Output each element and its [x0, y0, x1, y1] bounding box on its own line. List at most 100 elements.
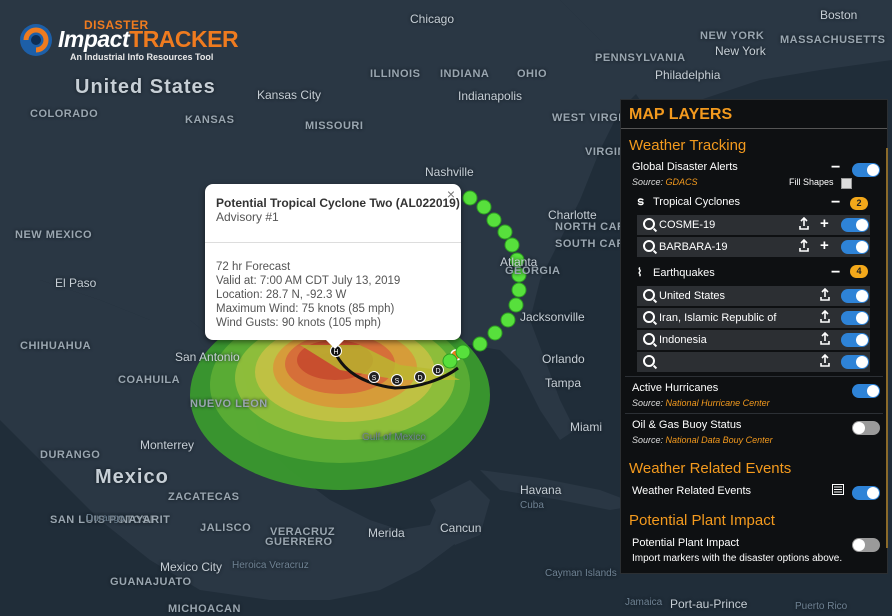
state-label: MISSOURI	[305, 120, 364, 132]
gdacs-toggle[interactable]	[852, 163, 880, 177]
hurricanes-toggle[interactable]	[852, 384, 880, 398]
plant-impact-label: Potential Plant Impact	[632, 537, 740, 549]
popup-location: Location: 28.7 N, -92.3 W	[216, 289, 347, 301]
buoy-source: Source: National Data Bouy Center	[632, 435, 773, 445]
tropical-row[interactable]: COSME-19 +	[637, 215, 870, 235]
state-label: OHIO	[517, 68, 548, 80]
popup-divider	[205, 242, 461, 243]
state-label: NEW YORK	[700, 30, 765, 42]
water-label: Jamaica	[625, 597, 663, 608]
list-icon[interactable]	[832, 484, 844, 495]
hurricanes-source: Source: National Hurricane Center	[632, 398, 770, 408]
buoy-source-link[interactable]: National Data Bouy Center	[666, 435, 773, 445]
weather-events-toggle[interactable]	[852, 486, 880, 500]
tropical-toggle[interactable]	[841, 218, 869, 232]
gdacs-track-point[interactable]	[487, 325, 503, 341]
buoy-toggle[interactable]	[852, 421, 880, 435]
earthquake-toggle[interactable]	[841, 311, 869, 325]
gdacs-track-point[interactable]	[504, 237, 520, 253]
app-logo[interactable]: DISASTER ImpactTRACKER An Industrial Inf…	[18, 18, 268, 62]
earthquake-row[interactable]	[637, 352, 870, 372]
upload-icon[interactable]	[820, 354, 830, 368]
gdacs-track-point[interactable]	[442, 353, 458, 369]
city-label: Cancun	[440, 521, 482, 535]
earthquake-toggle[interactable]	[841, 289, 869, 303]
state-label: ILLINOIS	[370, 68, 421, 80]
gdacs-track-point[interactable]	[497, 224, 513, 240]
state-label: PENNSYLVANIA	[595, 52, 686, 64]
storm-marker[interactable]: D	[432, 364, 444, 376]
gdacs-track-point[interactable]	[476, 199, 492, 215]
city-label: Charlotte	[548, 208, 597, 222]
seismograph-icon: ⌇	[637, 267, 643, 279]
panel-scrollbar[interactable]	[886, 148, 888, 548]
earthquakes-collapse-button[interactable]: −	[831, 265, 840, 281]
state-label: NUEVO LEON	[190, 398, 268, 410]
gdacs-source-link[interactable]: GDACS	[666, 177, 698, 187]
upload-icon[interactable]	[820, 332, 830, 346]
storm-marker[interactable]: S	[368, 371, 380, 383]
search-icon	[643, 218, 655, 230]
state-label: MASSACHUSETTS	[780, 34, 886, 46]
earthquake-toggle[interactable]	[841, 333, 869, 347]
weather-events-label: Weather Related Events	[632, 485, 752, 497]
gdacs-track-point[interactable]	[472, 336, 488, 352]
panel-divider	[625, 376, 883, 377]
gdacs-track-point[interactable]	[500, 312, 516, 328]
state-label: COLORADO	[30, 108, 99, 120]
upload-icon[interactable]	[799, 217, 809, 231]
water-label: Cayman Islands	[545, 568, 617, 579]
city-label: Mexico City	[160, 560, 223, 574]
svg-text:D: D	[435, 368, 440, 375]
state-label: DURANGO	[40, 449, 101, 461]
earthquakes-header[interactable]: ⌇ Earthquakes	[637, 266, 715, 279]
buoy-label: Oil & Gas Buoy Status	[632, 419, 742, 431]
tropical-row[interactable]: BARBARA-19 +	[637, 237, 870, 257]
earthquake-row[interactable]: United States	[637, 286, 870, 306]
upload-icon[interactable]	[820, 310, 830, 324]
state-label: MICHOACAN	[168, 603, 241, 615]
upload-icon[interactable]	[799, 239, 809, 253]
upload-icon[interactable]	[820, 288, 830, 302]
tropical-toggle[interactable]	[841, 240, 869, 254]
popup-gusts: Wind Gusts: 90 knots (105 mph)	[216, 317, 381, 329]
gdacs-track-point[interactable]	[511, 282, 527, 298]
globe-logo-icon	[20, 24, 52, 56]
search-icon	[643, 311, 655, 323]
country-label: United States	[75, 76, 216, 98]
city-label: Boston	[820, 8, 858, 22]
earthquake-toggle[interactable]	[841, 355, 869, 369]
gdacs-track-point[interactable]	[486, 212, 502, 228]
tropical-cyclones-header[interactable]: ട Tropical Cyclones	[637, 196, 740, 209]
search-icon	[643, 333, 655, 345]
earthquake-row[interactable]: Iran, Islamic Republic of	[637, 308, 870, 328]
earthquake-row[interactable]: Indonesia	[637, 330, 870, 350]
gdacs-track-point[interactable]	[462, 190, 478, 206]
city-label: Havana	[520, 483, 562, 497]
water-label: Puerto Rico	[795, 601, 848, 612]
add-button[interactable]: +	[820, 215, 829, 232]
state-label: KANSAS	[185, 114, 235, 126]
section-weather-events: Weather Related Events	[629, 460, 792, 477]
tropical-collapse-button[interactable]: −	[831, 195, 840, 211]
state-label: JALISCO	[200, 522, 252, 534]
city-label: Jacksonville	[520, 310, 585, 324]
plant-impact-toggle[interactable]	[852, 538, 880, 552]
storm-marker[interactable]: D	[414, 371, 426, 383]
add-button[interactable]: +	[820, 237, 829, 254]
gdacs-collapse-button[interactable]: −	[831, 160, 840, 176]
gdacs-track-point[interactable]	[455, 344, 471, 360]
storm-marker[interactable]: S	[391, 374, 403, 386]
fill-shapes-checkbox[interactable]	[841, 178, 852, 189]
svg-text:D: D	[417, 375, 422, 382]
city-label: San Antonio	[175, 350, 240, 364]
section-weather-tracking: Weather Tracking	[629, 137, 747, 154]
plant-impact-hint: Import markers with the disaster options…	[632, 553, 843, 564]
state-label: COAHUILA	[118, 374, 181, 386]
search-icon	[643, 240, 655, 252]
gdacs-label: Global Disaster Alerts	[632, 161, 738, 173]
city-label: El Paso	[55, 276, 97, 290]
hurricanes-label: Active Hurricanes	[632, 382, 719, 394]
hurricanes-source-link[interactable]: National Hurricane Center	[666, 398, 770, 408]
popup-details: 72 hr Forecast Valid at: 7:00 AM CDT Jul…	[216, 260, 400, 330]
